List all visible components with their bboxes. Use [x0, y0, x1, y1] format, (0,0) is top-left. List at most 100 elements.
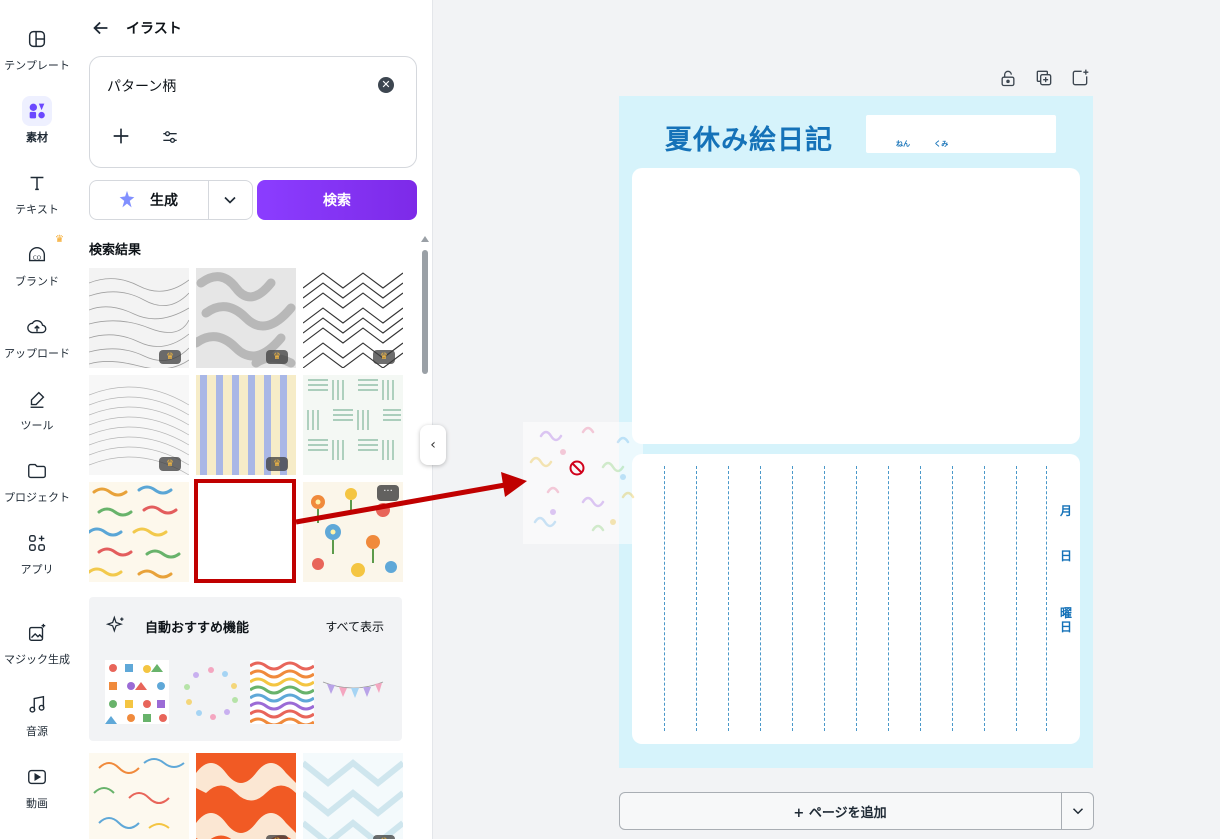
weekday-label: 曜日 [1060, 606, 1073, 634]
name-box[interactable]: ねん くみ [866, 115, 1056, 153]
result-thumbnail[interactable]: ♛ [196, 268, 296, 368]
chevron-down-icon[interactable] [220, 190, 240, 210]
side-rail: テンプレート 素材 テキスト ♛ CO ブランド アップロード ツール プロジェ… [0, 0, 74, 839]
result-thumbnail[interactable] [303, 375, 403, 475]
rail-item-label: ツール [20, 419, 54, 432]
rail-item-video[interactable]: 動画 [0, 756, 74, 818]
crown-icon: ♛ [266, 457, 288, 471]
rail-item-label: プロジェクト [4, 491, 70, 504]
rail-item-label: 素材 [26, 131, 48, 144]
divider [208, 181, 209, 219]
result-thumbnail[interactable]: ♛ [196, 753, 296, 839]
ruled-line [824, 466, 825, 731]
search-button[interactable]: 検索 [257, 180, 417, 220]
ruled-line [856, 466, 857, 731]
magic-media-icon [22, 618, 52, 648]
rail-item-label: テンプレート [4, 59, 70, 72]
scroll-up-arrow[interactable] [421, 236, 429, 242]
rail-item-elements[interactable]: 素材 [0, 90, 74, 152]
result-thumbnail[interactable]: ··· [303, 482, 403, 582]
drag-preview [523, 422, 643, 544]
page-title[interactable]: 夏休み絵日記 [665, 118, 833, 157]
crown-icon: ♛ [55, 234, 64, 245]
apps-icon [22, 528, 52, 558]
back-arrow-icon[interactable] [90, 17, 112, 39]
highlighted-empty-thumbnail[interactable] [194, 479, 296, 583]
result-thumbnail[interactable] [89, 753, 189, 839]
crown-icon: ♛ [373, 835, 395, 839]
grade-label: ねん [896, 140, 910, 148]
rail-item-apps[interactable]: アプリ [0, 522, 74, 584]
ruled-line [952, 466, 953, 731]
panel-title: イラスト [126, 21, 182, 37]
generate-button[interactable]: 生成 [89, 180, 253, 220]
recommended-thumbnail[interactable] [321, 660, 385, 724]
result-thumbnail[interactable]: ♛ [89, 375, 189, 475]
no-drop-icon [569, 460, 585, 476]
search-box[interactable]: パターン柄 ✕ [89, 56, 417, 168]
month-label: 月 [1060, 504, 1073, 518]
more-options-icon[interactable]: ··· [377, 485, 399, 501]
day-label: 日 [1060, 549, 1073, 563]
ruled-line [1046, 466, 1047, 731]
ruled-line [984, 466, 985, 731]
show-all-link[interactable]: すべて表示 [325, 618, 384, 635]
rail-item-label: ブランド [15, 275, 59, 288]
ruled-line [1016, 466, 1017, 731]
ruled-line [728, 466, 729, 731]
music-icon [22, 690, 52, 720]
collapse-panel-button[interactable]: ‹ [420, 425, 446, 465]
ruled-line [920, 466, 921, 731]
lock-icon[interactable] [998, 68, 1018, 88]
rail-item-magic-media[interactable]: マジック生成 [0, 612, 74, 674]
generate-icon [119, 190, 135, 208]
result-thumbnail[interactable] [89, 482, 189, 582]
crown-icon: ♛ [266, 350, 288, 364]
recommended-thumbnail[interactable] [179, 660, 243, 724]
rail-item-projects[interactable]: プロジェクト [0, 450, 74, 512]
rail-item-audio[interactable]: 音源 [0, 684, 74, 746]
rail-item-label: 音源 [26, 725, 48, 738]
drawing-area[interactable] [632, 168, 1080, 444]
template-icon [22, 24, 52, 54]
chevron-left-icon: ‹ [430, 437, 436, 453]
clear-search-icon[interactable]: ✕ [378, 77, 394, 93]
rail-item-uploads[interactable]: アップロード [0, 306, 74, 368]
result-thumbnail[interactable]: ♛ [196, 375, 296, 475]
crown-icon: ♛ [159, 457, 181, 471]
add-page-icon[interactable] [1070, 68, 1090, 88]
brand-icon: CO [22, 240, 52, 270]
generate-label: 生成 [150, 193, 178, 209]
recommended-thumbnail[interactable] [105, 660, 169, 724]
filter-icon[interactable] [160, 127, 180, 147]
duplicate-page-icon[interactable] [1034, 68, 1054, 88]
rail-item-text[interactable]: テキスト [0, 162, 74, 224]
rail-item-brand[interactable]: ♛ CO ブランド [0, 234, 74, 296]
rail-item-label: 動画 [26, 797, 48, 810]
rail-item-tools[interactable]: ツール [0, 378, 74, 440]
sparkle-icon [106, 615, 124, 633]
result-thumbnail[interactable]: ♛ [303, 753, 403, 839]
rail-item-templates[interactable]: テンプレート [0, 18, 74, 80]
result-thumbnail[interactable]: ♛ [89, 268, 189, 368]
result-thumbnail[interactable]: ♛ [303, 268, 403, 368]
recommendation-section: 自動おすすめ機能 すべて表示 [89, 597, 402, 741]
scrollbar-thumb[interactable] [422, 250, 428, 374]
folder-icon [22, 456, 52, 486]
design-page[interactable]: 夏休み絵日記 ねん くみ 月 日 曜日 [619, 96, 1093, 768]
chevron-down-icon[interactable] [1069, 802, 1087, 820]
add-icon[interactable] [110, 125, 132, 147]
search-input[interactable]: パターン柄 [107, 76, 176, 96]
add-page-bar: + ページを追加 [619, 792, 1094, 830]
class-label: くみ [934, 140, 949, 148]
rail-item-label: アップロード [4, 347, 70, 360]
writing-area[interactable]: 月 日 曜日 [632, 454, 1080, 744]
recommended-thumbnail[interactable] [250, 660, 314, 724]
ruled-line [888, 466, 889, 731]
recommendation-title: 自動おすすめ機能 [145, 621, 250, 636]
add-page-button[interactable]: + ページを追加 [620, 793, 1060, 829]
elements-panel: イラスト パターン柄 ✕ 生成 検索 検索結果 ♛ ♛ ♛ ♛ ♛ ··· 自動… [74, 0, 433, 839]
crown-icon: ♛ [159, 350, 181, 364]
rail-item-label: アプリ [20, 563, 54, 576]
elements-icon [22, 96, 52, 126]
